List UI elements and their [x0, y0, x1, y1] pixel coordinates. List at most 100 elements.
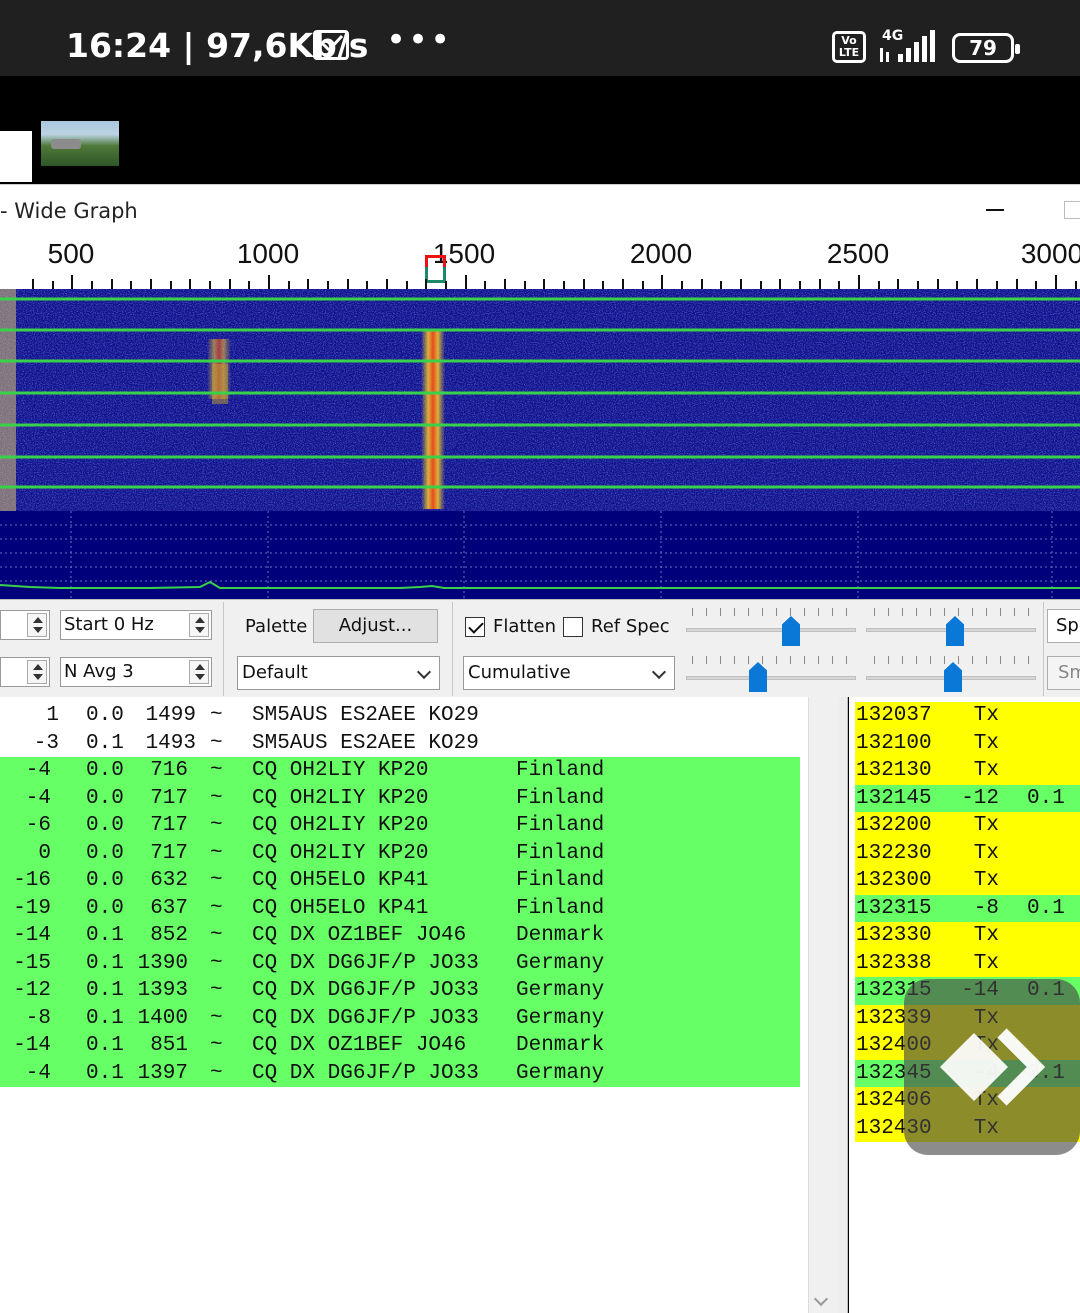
row-dt: 0.1 [86, 979, 124, 1002]
spec-zero-slider-thumb[interactable] [944, 662, 962, 692]
zero-slider-track[interactable] [686, 676, 856, 680]
window-thumbnail[interactable] [0, 131, 32, 182]
spec-button[interactable]: Spe [1047, 609, 1080, 643]
row-db: -16 [13, 869, 51, 892]
band-activity-scrollbar[interactable] [808, 697, 838, 1313]
band-activity-row[interactable]: -14 0.1 851 ~ CQ DX OZ1BEF JO46 Denmark [0, 1032, 800, 1060]
spin-arrows-icon[interactable] [27, 660, 47, 684]
spin-arrows-icon[interactable] [189, 660, 209, 684]
scale-tick [150, 279, 153, 289]
rx-frequency-row[interactable]: 132338 Tx [855, 949, 1080, 977]
frequency-scale[interactable]: 500 1000 1500 2000 2500 3000 [0, 237, 1080, 289]
spectrum-graphic [0, 511, 1080, 599]
band-activity-row[interactable]: -4 0.0 716 ~ CQ OH2LIY KP20 Finland [0, 757, 800, 785]
band-activity-row[interactable]: -3 0.1 1493 ~ SM5AUS ES2AEE KO29 [0, 730, 808, 758]
row-time: 132230 [856, 841, 932, 865]
scale-tick [1054, 275, 1057, 289]
floating-panel-button[interactable] [904, 979, 1080, 1155]
row-db: -3 [33, 731, 59, 755]
start-frequency-spinbox[interactable]: Start 0 Hz [60, 610, 212, 640]
row-dt: 0.1 [86, 1006, 124, 1030]
row-db: -4 [25, 1061, 51, 1085]
window-titlebar[interactable]: - Wide Graph [0, 184, 1080, 237]
refspec-checkbox[interactable] [563, 617, 583, 637]
smooth-button[interactable]: Sm [1047, 656, 1080, 690]
band-activity-row[interactable]: -19 0.0 637 ~ CQ OH5ELO KP41 Finland [0, 894, 800, 922]
rx-frequency-row[interactable]: 132145 -12 0.1 [855, 784, 1080, 812]
row-db: -4 [25, 759, 51, 782]
row-sep: ~ [210, 731, 223, 755]
gain-slider-track[interactable] [686, 628, 856, 632]
gain-slider-thumb[interactable] [782, 616, 800, 646]
row-country: Finland [516, 896, 605, 920]
palette-select[interactable]: Default [237, 656, 440, 690]
spec-gain-slider-thumb[interactable] [946, 616, 964, 646]
row-time: 132330 [856, 924, 932, 947]
rx-frequency-row[interactable]: 132315 -8 0.1 [855, 894, 1080, 922]
spin-arrows-icon[interactable] [27, 613, 47, 637]
waterfall-graphic [0, 289, 1080, 511]
row-freq: 637 [150, 896, 188, 920]
spectrum-display[interactable] [0, 511, 1080, 599]
waterfall-display[interactable] [0, 289, 1080, 511]
row-sep: ~ [210, 704, 223, 727]
rx-frequency-row[interactable]: 132300 Tx [855, 867, 1080, 895]
row-msg: CQ OH2LIY KP20 [252, 759, 429, 782]
spectrum-mode-select[interactable]: Cumulative [463, 656, 675, 690]
zero-slider-thumb[interactable] [749, 662, 767, 692]
rx-frequency-row[interactable]: 132230 Tx [855, 839, 1080, 867]
band-activity-row[interactable]: -15 0.1 1390 ~ CQ DX DG6JF/P JO33 Germany [0, 949, 800, 977]
scale-tick [445, 281, 448, 289]
flatten-checkbox[interactable] [465, 617, 485, 637]
row-dt: 0.1 [86, 924, 124, 947]
scale-tick [543, 279, 546, 289]
row-freq: 717 [150, 841, 188, 865]
divider [1043, 602, 1044, 696]
row-msg: SM5AUS ES2AEE KO29 [252, 731, 479, 755]
bins-spinbox[interactable] [0, 610, 50, 640]
rx-frequency-row[interactable]: 132037 Tx [855, 702, 1080, 730]
network-type-label: 4G [882, 28, 903, 44]
band-activity-row[interactable]: -4 0.0 717 ~ CQ OH2LIY KP20 Finland [0, 784, 800, 812]
scale-tick [405, 281, 408, 289]
row-country: Finland [516, 814, 605, 837]
spin-arrows-icon[interactable] [189, 613, 209, 637]
rx-frequency-row[interactable]: 132330 Tx [855, 922, 1080, 950]
maximize-button[interactable] [1064, 201, 1080, 219]
scale-tick [51, 281, 54, 289]
row-db: 0 [38, 841, 51, 865]
divider [452, 602, 453, 696]
scale-tick [740, 279, 743, 289]
band-activity-row[interactable]: -8 0.1 1400 ~ CQ DX DG6JF/P JO33 Germany [0, 1004, 800, 1032]
scale-tick [700, 279, 703, 289]
band-activity-row[interactable]: -12 0.1 1393 ~ CQ DX DG6JF/P JO33 Germany [0, 977, 800, 1005]
more-notifications-icon: ••• [386, 20, 453, 60]
navg-spinbox[interactable]: N Avg 3 [60, 657, 212, 687]
band-activity-row[interactable]: 0 0.0 717 ~ CQ OH2LIY KP20 Finland [0, 839, 800, 867]
photo-thumbnail[interactable] [41, 121, 119, 166]
rx-frequency-row[interactable]: 132130 Tx [855, 757, 1080, 785]
band-activity-row[interactable]: -14 0.1 852 ~ CQ DX OZ1BEF JO46 Denmark [0, 922, 800, 950]
battery-icon: 79 [952, 33, 1020, 63]
row-time: 132315 [856, 896, 932, 920]
rx-frequency-marker[interactable] [425, 267, 446, 283]
flatten-label: Flatten [493, 616, 556, 637]
minimize-button[interactable] [980, 197, 1010, 223]
status-time: 16:24 [66, 26, 172, 65]
rx-frequency-row[interactable]: 132200 Tx [855, 812, 1080, 840]
row-msg: CQ OH5ELO KP41 [252, 896, 429, 920]
band-activity-row[interactable]: -4 0.1 1397 ~ CQ DX DG6JF/P JO33 Germany [0, 1059, 800, 1087]
zero-spinbox[interactable] [0, 657, 50, 687]
band-activity-row[interactable]: 1 0.0 1499 ~ SM5AUS ES2AEE KO29 [0, 702, 808, 730]
row-c2: Tx [973, 704, 999, 727]
band-activity-list[interactable]: 1 0.0 1499 ~ SM5AUS ES2AEE KO29 -3 0.1 1493 ~ SM5… [0, 697, 808, 1313]
pane-divider[interactable] [838, 697, 848, 1313]
rx-frequency-row[interactable]: 132100 Tx [855, 729, 1080, 757]
row-sep: ~ [210, 814, 223, 837]
adjust-button[interactable]: Adjust... [313, 609, 438, 643]
band-activity-row[interactable]: -16 0.0 632 ~ CQ OH5ELO KP41 Finland [0, 867, 800, 895]
band-activity-row[interactable]: -6 0.0 717 ~ CQ OH2LIY KP20 Finland [0, 812, 800, 840]
scale-tick [110, 279, 113, 289]
row-sep: ~ [210, 869, 223, 892]
scale-label: 500 [47, 238, 95, 269]
